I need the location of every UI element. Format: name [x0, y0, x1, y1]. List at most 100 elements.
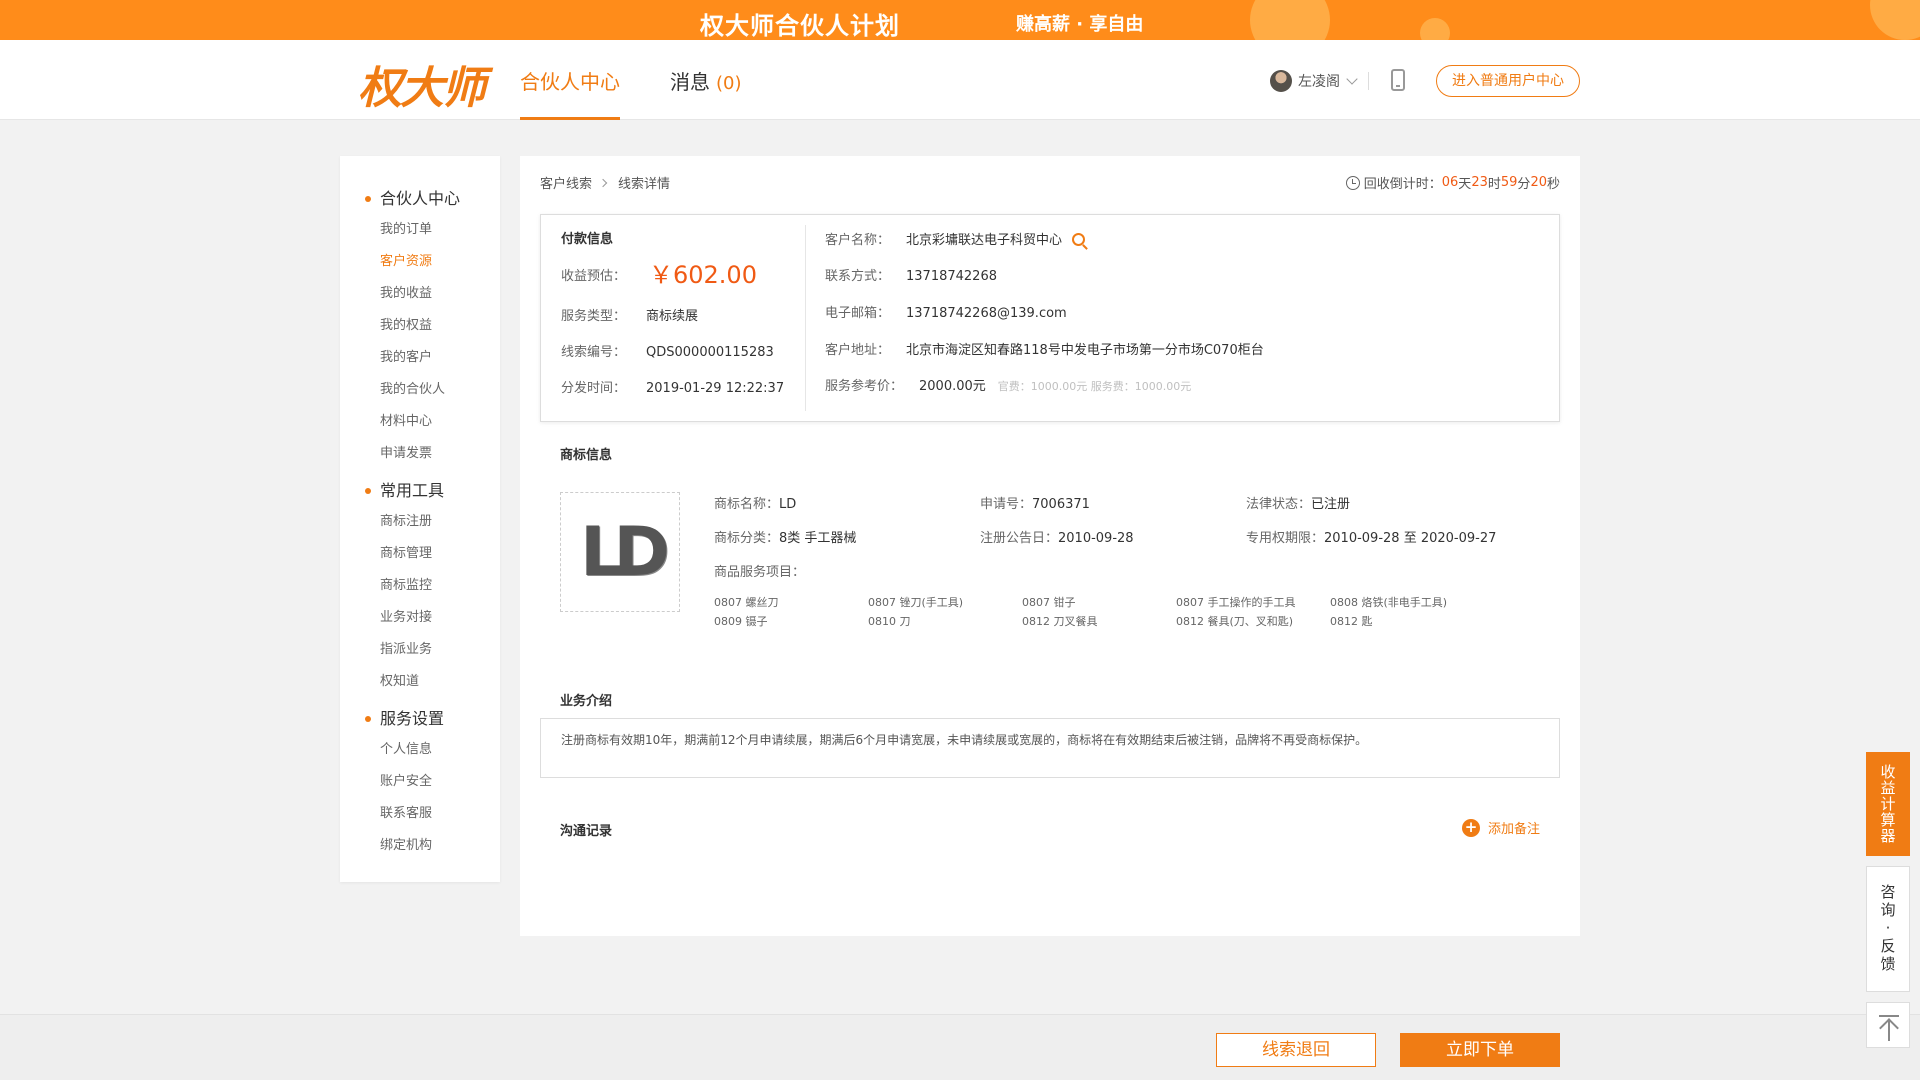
goods-item: 0807 手工操作的手工具	[1176, 596, 1296, 609]
countdown-unit: 天	[1458, 177, 1472, 192]
tm-name-value: LD	[779, 497, 797, 512]
logo[interactable]: 权大师	[358, 52, 486, 116]
trademark-image[interactable]: LD	[560, 492, 680, 612]
add-note-label: 添加备注	[1487, 822, 1540, 837]
email-value: 13718742268@139.com	[906, 306, 1067, 321]
income-value: ￥602.00	[649, 255, 757, 290]
plus-icon: +	[1461, 818, 1480, 837]
sidebar-item-customers[interactable]: 我的客户	[340, 342, 500, 374]
divider	[805, 225, 806, 411]
address-label: 客户地址：	[825, 343, 891, 358]
tm-status-value: 已注册	[1311, 497, 1351, 512]
sidebar-item-tm-register[interactable]: 商标注册	[340, 506, 500, 538]
sidebar-group-title: 合伙人中心	[380, 189, 461, 208]
service-type-label: 服务类型：	[561, 309, 627, 324]
email-label: 电子邮箱：	[825, 306, 891, 321]
business-intro-text: 注册商标有效期10年，期满前12个月申请续展，期满后6个月申请宽展，未申请续展或…	[561, 733, 1368, 747]
contact-value: 13718742268	[906, 269, 997, 284]
sidebar-item-quanzhidao[interactable]: 权知道	[340, 666, 500, 698]
sidebar-item-orders[interactable]: 我的订单	[340, 214, 500, 246]
sidebar-group-settings: 服务设置	[340, 704, 500, 734]
sidebar-item-rights[interactable]: 我的权益	[340, 310, 500, 342]
add-note-button[interactable]: + 添加备注	[1461, 818, 1540, 837]
sidebar-item-customer-resources[interactable]: 客户资源	[340, 246, 500, 278]
breadcrumb-root[interactable]: 客户线索	[540, 173, 592, 192]
ref-price-detail: 官费：1000.00元 服务费：1000.00元	[997, 380, 1192, 393]
message-count: (0)	[716, 73, 742, 94]
top-bar	[1879, 1015, 1899, 1017]
sidebar-item-tm-monitor[interactable]: 商标监控	[340, 570, 500, 602]
countdown-unit: 时	[1487, 177, 1501, 192]
sidebar-item-support[interactable]: 联系客服	[340, 798, 500, 830]
business-intro-box: 注册商标有效期10年，期满前12个月申请续展，期满后6个月申请宽展，未申请续展或…	[540, 718, 1560, 778]
tm-app-no-row: 申请号：7006371	[980, 493, 1090, 512]
tm-app-no-value: 7006371	[1032, 497, 1090, 512]
goods-item: 0812 餐具(刀、叉和匙)	[1176, 615, 1294, 628]
countdown-minutes: 59	[1500, 175, 1518, 190]
lead-detail-panel: 客户线索 线索详情 回收倒计时： 06 天 23 时 59 分 20 秒 付款信息 收益…	[520, 156, 1580, 936]
trademark-title: 商标信息	[560, 448, 613, 463]
nav-messages-label: 消息	[670, 70, 710, 94]
consult-char: 反	[1880, 937, 1896, 955]
dispatch-time-value: 2019-01-29 12:22:37	[646, 381, 785, 396]
ref-price-label: 服务参考价：	[825, 379, 904, 394]
calc-char: 收	[1880, 763, 1896, 781]
sidebar-item-income[interactable]: 我的收益	[340, 278, 500, 310]
goods-item: 0807 钳子	[1022, 596, 1076, 609]
coin-decoration	[1870, 0, 1920, 40]
income-amount: ￥602.00	[649, 261, 757, 289]
avatar	[1270, 70, 1292, 92]
tm-class-row: 商标分类：8类 手工器械	[714, 527, 856, 546]
user-name: 左凌阁	[1298, 74, 1340, 90]
ref-price-value: 2000.00元	[919, 379, 986, 394]
countdown-unit: 分	[1517, 177, 1531, 192]
phone-icon[interactable]	[1391, 69, 1405, 91]
goods-item: 0807 螺丝刀	[714, 596, 779, 609]
back-to-top-icon[interactable]	[1866, 1002, 1910, 1048]
income-calculator-button[interactable]: 收 益 计 算 器	[1866, 752, 1910, 856]
service-type-row: 服务类型： 商标续展	[561, 305, 698, 324]
sidebar-item-invoice[interactable]: 申请发票	[340, 438, 500, 470]
bullet-icon	[365, 196, 371, 202]
return-lead-button[interactable]: 线索退回	[1216, 1033, 1376, 1067]
sidebar-item-security[interactable]: 账户安全	[340, 766, 500, 798]
sidebar-item-assign-business[interactable]: 指派业务	[340, 634, 500, 666]
service-type-value: 商标续展	[646, 309, 699, 324]
address-row: 客户地址： 北京市海淀区知春路118号中发电子市场第一分市场C070柜台	[825, 339, 1264, 358]
divider	[1368, 72, 1369, 90]
sidebar-item-profile[interactable]: 个人信息	[340, 734, 500, 766]
promo-banner[interactable]: 权大师合伙人计划 赚高薪 · 享自由	[0, 0, 1920, 40]
place-order-button[interactable]: 立即下单	[1400, 1033, 1560, 1067]
tm-term-row: 专用权期限：2010-09-28 至 2020-09-27	[1246, 527, 1496, 546]
trademark-logo: LD	[580, 512, 670, 592]
payment-info-box: 付款信息 收益预估： ￥602.00 服务类型： 商标续展 线索编号： QDS000…	[540, 214, 1560, 422]
bullet-icon	[365, 488, 371, 494]
nav-messages[interactable]: 消息 (0)	[670, 66, 742, 120]
sidebar-item-materials[interactable]: 材料中心	[340, 406, 500, 438]
email-row: 电子邮箱： 13718742268@139.com	[825, 302, 1067, 321]
lead-no-value: QDS000000115283	[646, 345, 774, 360]
goods-item: 0809 镊子	[714, 615, 768, 628]
search-icon[interactable]	[1072, 233, 1086, 246]
tm-goods-label: 商品服务项目：	[714, 561, 805, 580]
user-menu[interactable]: 左凌阁	[1270, 70, 1358, 92]
nav-partner-center[interactable]: 合伙人中心	[520, 66, 620, 120]
sidebar-item-business-docking[interactable]: 业务对接	[340, 602, 500, 634]
enter-user-center-button[interactable]: 进入普通用户中心	[1436, 65, 1580, 97]
calc-char: 计	[1880, 795, 1896, 813]
sidebar-item-bind-org[interactable]: 绑定机构	[340, 830, 500, 862]
sidebar-item-partners[interactable]: 我的合伙人	[340, 374, 500, 406]
sidebar-item-tm-manage[interactable]: 商标管理	[340, 538, 500, 570]
countdown-seconds: 20	[1530, 175, 1547, 190]
tm-status-label: 法律状态：	[1246, 497, 1312, 512]
coin-decoration	[1250, 0, 1330, 40]
countdown-hours: 23	[1471, 175, 1488, 190]
calc-char: 器	[1880, 827, 1896, 845]
countdown-days: 06	[1441, 175, 1459, 190]
address-value: 北京市海淀区知春路118号中发电子市场第一分市场C070柜台	[906, 343, 1264, 358]
communication-title: 沟通记录	[560, 824, 613, 839]
sidebar-group-tools: 常用工具	[340, 476, 500, 506]
consult-feedback-button[interactable]: 咨 询 · 反 馈	[1866, 866, 1910, 992]
tm-status-row: 法律状态：已注册	[1246, 493, 1350, 512]
tm-announce-label: 注册公告日：	[980, 531, 1059, 546]
